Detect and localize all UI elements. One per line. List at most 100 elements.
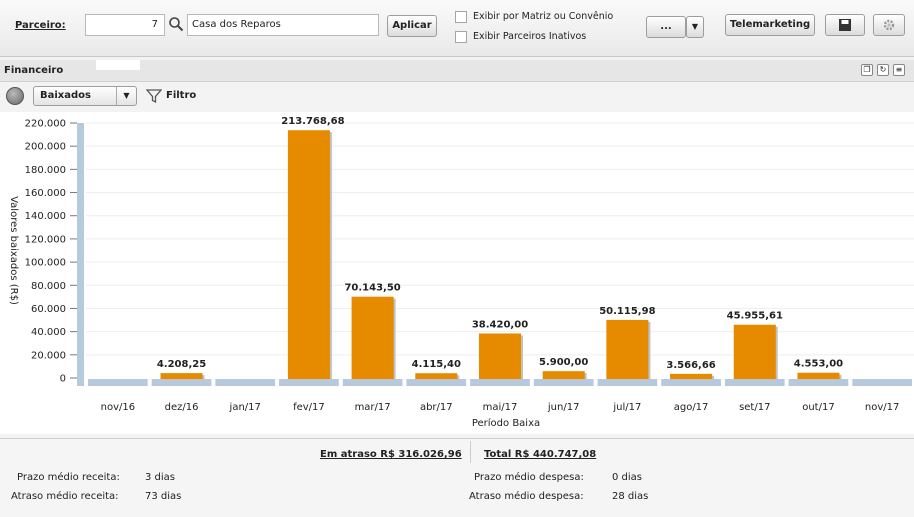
bar [606, 319, 649, 379]
prazo-despesa-value: 0 dias [612, 472, 643, 483]
data-label: 45.955,61 [727, 311, 783, 322]
footer-divider [470, 441, 471, 463]
matriz-checkbox[interactable] [455, 11, 467, 23]
x-tick-label: jan/17 [229, 402, 261, 413]
filter-icon[interactable] [146, 88, 162, 104]
parceiro-name-input[interactable]: Casa dos Reparos [187, 14, 379, 36]
view-select-value: Baixados [40, 90, 91, 101]
restore-icon[interactable]: ❐ [861, 64, 873, 76]
gear-icon [883, 19, 895, 31]
panel-header: Financeiro ❐ ↻ ≡ [0, 60, 914, 82]
x-tick-label: dez/16 [165, 402, 199, 413]
x-axis-segment [661, 379, 721, 386]
top-toolbar: Parceiro: 7 Casa dos Reparos Aplicar Exi… [0, 0, 914, 57]
settings-button[interactable] [873, 14, 905, 36]
data-label: 213.768,68 [281, 116, 344, 127]
data-label: 4.115,40 [412, 359, 461, 370]
save-icon [839, 19, 851, 31]
atraso-despesa-label: Atraso médio despesa: [469, 491, 584, 502]
y-tick-label: 220.000 [25, 119, 66, 130]
x-axis-segment [533, 379, 594, 386]
atraso-despesa-value: 28 dias [612, 491, 649, 502]
bar [415, 373, 458, 379]
filter-button[interactable]: Filtro [166, 90, 196, 101]
x-axis-segment [88, 379, 148, 386]
globe-icon[interactable] [6, 87, 24, 105]
y-tick-label: 0 [60, 374, 66, 385]
save-button[interactable] [825, 14, 865, 36]
x-tick-label: abr/17 [420, 402, 453, 413]
y-tick-label: 120.000 [25, 234, 66, 245]
x-axis-segment [279, 379, 339, 386]
more-options-dropdown[interactable]: ▼ [686, 16, 704, 38]
inativos-checkbox[interactable] [455, 31, 467, 43]
y-tick-label: 80.000 [31, 281, 66, 292]
y-axis-title: Valores baixados (R$) [8, 196, 19, 305]
parceiro-link[interactable]: Parceiro: [15, 20, 66, 31]
search-icon[interactable] [168, 16, 184, 32]
menu-icon[interactable]: ≡ [893, 64, 905, 76]
y-tick-label: 100.000 [25, 258, 66, 269]
x-axis-segment [597, 379, 658, 386]
x-tick-label: set/17 [739, 402, 770, 413]
x-tick-label: jul/17 [612, 402, 641, 413]
x-tick-label: fev/17 [293, 402, 325, 413]
prazo-receita-label: Prazo médio receita: [17, 472, 120, 483]
x-tick-label: mai/17 [483, 402, 518, 413]
x-axis-segment [215, 379, 276, 386]
data-label: 70.143,50 [344, 283, 400, 294]
data-label: 38.420,00 [472, 319, 528, 330]
x-axis-segment [406, 379, 467, 386]
bar [733, 324, 776, 379]
y-tick-label: 180.000 [25, 165, 66, 176]
refresh-icon[interactable]: ↻ [877, 64, 889, 76]
bar [670, 373, 713, 379]
x-axis-segment [852, 379, 912, 386]
bar [797, 372, 840, 379]
y-tick-label: 60.000 [31, 304, 66, 315]
more-options-button[interactable]: ... [646, 16, 686, 38]
x-axis-segment [724, 379, 785, 386]
x-axis-segment [470, 379, 530, 386]
y-tick-label: 40.000 [31, 327, 66, 338]
em-atraso-link[interactable]: Em atraso R$ 316.026,96 [320, 449, 462, 460]
total-link[interactable]: Total R$ 440.747,08 [484, 449, 596, 460]
telemarketing-button[interactable]: Telemarketing [725, 14, 815, 36]
x-axis-segment [342, 379, 403, 386]
panel-title: Financeiro [4, 65, 64, 76]
data-label: 3.566,66 [666, 360, 715, 371]
x-tick-label: out/17 [802, 402, 834, 413]
prazo-receita-value: 3 dias [145, 472, 176, 483]
y-tick-label: 20.000 [31, 350, 66, 361]
chevron-down-icon: ▼ [116, 87, 136, 105]
x-tick-label: nov/16 [101, 402, 135, 413]
y-axis-bar [77, 123, 84, 386]
x-tick-label: jun/17 [547, 402, 580, 413]
y-tick-label: 160.000 [25, 188, 66, 199]
atraso-receita-label: Atraso médio receita: [11, 491, 119, 502]
view-select[interactable]: Baixados ▼ [33, 86, 137, 106]
bar [287, 130, 330, 379]
bar-chart: 0 20.000 40.000 60.000 80.000 100.000 120.000 1… [8, 116, 914, 429]
apply-button[interactable]: Aplicar [387, 15, 437, 37]
chart-area: 0 20.000 40.000 60.000 80.000 100.000 120.000 1… [0, 112, 914, 434]
bar [542, 371, 585, 379]
bar [351, 296, 394, 379]
panel-tab-blank [96, 60, 140, 70]
data-label: 4.208,25 [157, 359, 206, 370]
y-tick-label: 140.000 [25, 211, 66, 222]
data-label: 4.553,00 [794, 359, 843, 370]
atraso-receita-value: 73 dias [145, 491, 182, 502]
data-label: 50.115,98 [599, 306, 655, 317]
x-axis-segment [788, 379, 849, 386]
x-tick-label: ago/17 [674, 402, 709, 413]
prazo-despesa-label: Prazo médio despesa: [474, 472, 584, 483]
x-axis-title: Período Baixa [472, 417, 540, 429]
data-label: 5.900,00 [539, 357, 588, 368]
x-tick-label: mar/17 [355, 402, 391, 413]
x-tick-label: nov/17 [865, 402, 899, 413]
inativos-checkbox-label: Exibir Parceiros Inativos [473, 31, 587, 42]
parceiro-code-input[interactable]: 7 [85, 14, 165, 36]
y-tick-label: 200.000 [25, 142, 66, 153]
summary-footer: Em atraso R$ 316.026,96 Total R$ 440.747… [0, 438, 914, 517]
